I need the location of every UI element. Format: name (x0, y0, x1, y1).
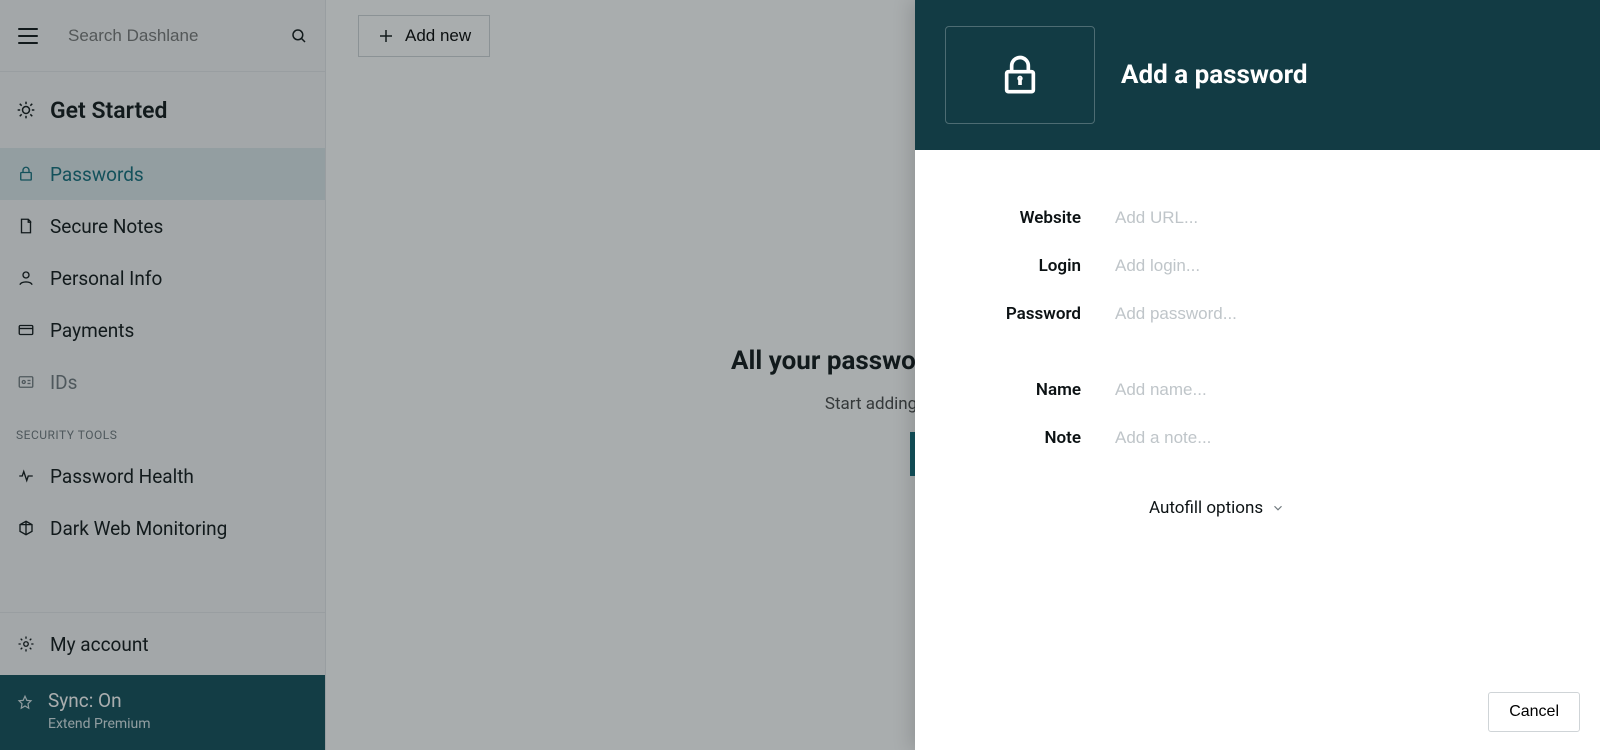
login-input[interactable] (1115, 256, 1560, 276)
add-password-panel: Add a password Website Login Password Na… (915, 0, 1600, 750)
panel-footer: Cancel (915, 674, 1600, 750)
panel-title: Add a password (1121, 60, 1308, 90)
note-input[interactable] (1115, 428, 1560, 448)
name-input[interactable] (1115, 380, 1560, 400)
panel-body: Website Login Password Name Note Autofil… (915, 150, 1600, 674)
panel-icon-box (945, 26, 1095, 124)
lock-icon (1000, 53, 1040, 97)
website-input[interactable] (1115, 208, 1560, 228)
cancel-button[interactable]: Cancel (1488, 692, 1580, 732)
panel-header: Add a password (915, 0, 1600, 150)
chevron-down-icon (1271, 501, 1285, 515)
login-label: Login (955, 256, 1115, 276)
note-label: Note (955, 428, 1115, 448)
autofill-label: Autofill options (1149, 498, 1263, 518)
password-label: Password (955, 304, 1115, 324)
autofill-options-toggle[interactable]: Autofill options (955, 498, 1560, 518)
name-label: Name (955, 380, 1115, 400)
website-label: Website (955, 208, 1115, 228)
password-input[interactable] (1115, 304, 1560, 324)
